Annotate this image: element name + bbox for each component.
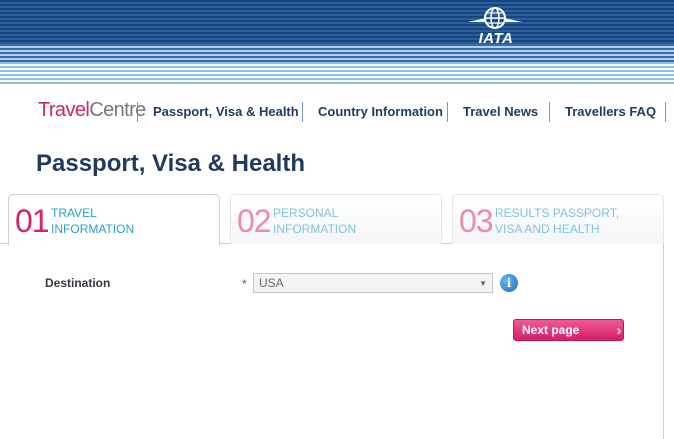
tab-label-line: INFORMATION: [51, 222, 135, 236]
tab-label-line: TRAVEL: [51, 206, 97, 220]
destination-value: USA: [259, 276, 284, 290]
tab-label-line: PERSONAL: [273, 206, 339, 220]
next-page-button[interactable]: Next page ›››: [513, 319, 624, 341]
tab-label: PERSONAL INFORMATION: [273, 205, 356, 237]
chevron-down-icon: ▼: [479, 279, 487, 288]
tab-number: 03: [459, 203, 494, 239]
next-page-label: Next page: [522, 323, 580, 337]
nav-link-travel-news[interactable]: Travel News: [463, 104, 538, 119]
nav-divider: [665, 102, 666, 122]
tab-personal-information[interactable]: 02 PERSONAL INFORMATION: [230, 194, 442, 244]
iata-logo[interactable]: IATA: [466, 6, 524, 50]
destination-label: Destination: [45, 276, 111, 290]
tab-label-line: RESULTS PASSPORT,: [495, 206, 620, 220]
required-marker: *: [242, 277, 247, 291]
tab-label: TRAVEL INFORMATION: [51, 205, 134, 237]
tab-number: 01: [15, 203, 50, 239]
page-title: Passport, Visa & Health: [36, 150, 305, 177]
globe-icon: [468, 7, 522, 29]
tab-label-line: INFORMATION: [273, 222, 357, 236]
tab-number: 02: [237, 203, 272, 239]
site-header: IATA: [0, 0, 674, 84]
nav-divider: [549, 102, 550, 122]
nav-divider: [447, 102, 448, 122]
top-nav: TravelCentre Passport, Visa & Health Cou…: [0, 96, 674, 128]
nav-link-travellers-faq[interactable]: Travellers FAQ: [565, 104, 656, 119]
nav-link-country-information[interactable]: Country Information: [318, 104, 443, 119]
tab-results[interactable]: 03 RESULTS PASSPORT, VISA AND HEALTH: [452, 194, 664, 244]
header-stripes-light: [0, 62, 674, 84]
logo-text: IATA: [478, 30, 514, 47]
destination-select[interactable]: USA ▼: [253, 273, 493, 293]
nav-link-passport-visa-health[interactable]: Passport, Visa & Health: [153, 104, 299, 119]
travelcentre-brand[interactable]: TravelCentre: [38, 99, 146, 122]
tab-label: RESULTS PASSPORT, VISA AND HEALTH: [495, 205, 619, 237]
tab-label-line: VISA AND HEALTH: [495, 222, 600, 236]
brand-travel: Travel: [38, 99, 90, 121]
tab-travel-information[interactable]: 01 TRAVEL INFORMATION: [8, 194, 220, 245]
nav-divider: [137, 102, 138, 122]
info-icon[interactable]: i: [500, 274, 518, 292]
nav-divider: [302, 102, 303, 122]
